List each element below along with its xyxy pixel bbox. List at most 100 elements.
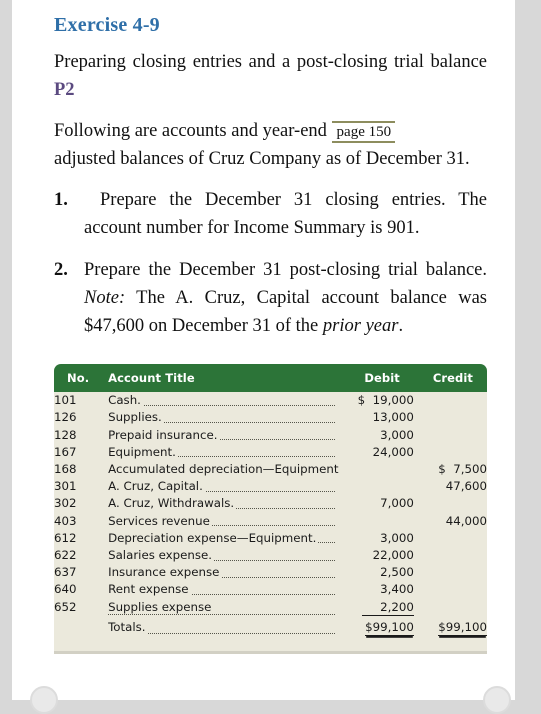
requirement-2-note-label: Note: [84, 288, 126, 309]
table-row: 640 Rent expense 3,400 [54, 581, 487, 598]
table-row: 128 Prepaid insurance. 3,000 [54, 426, 487, 443]
row-debit-value: 2,500 [380, 565, 414, 580]
requirement-1-text: Prepare the December 31 closing entries.… [84, 190, 487, 239]
table-row: 302 A. Cruz, Withdrawals. 7,000 [54, 495, 487, 512]
requirement-2-text-part2: The A. Cruz, Capital account balance was… [84, 288, 487, 337]
page-reference-marker: page 150 [331, 120, 396, 144]
intro-text-after: adjusted balances of Cruz Company as of … [54, 148, 470, 169]
totals-credit: $99,100 [414, 618, 487, 637]
row-debit [341, 478, 414, 495]
trial-balance-table-container: No. Account Title Debit Credit 101 Cash. $… [54, 363, 487, 652]
row-debit-value: 3,400 [380, 582, 414, 597]
row-debit [341, 460, 414, 477]
row-credit-value: 47,600 [445, 479, 487, 494]
row-account-title-label: A. Cruz, Withdrawals. [108, 496, 237, 511]
requirement-1-number: 1. [54, 190, 68, 211]
row-debit-value: 2,200 [380, 599, 414, 614]
row-credit [414, 598, 487, 618]
table-row: 612 Depreciation expense—Equipment. 3,000 [54, 529, 487, 546]
row-account-number: 612 [54, 530, 77, 545]
row-debit: 3,000 [341, 426, 414, 443]
row-debit-value: 7,000 [380, 496, 414, 511]
exercise-subtitle-text: Preparing closing entries and a post-clo… [54, 52, 487, 72]
table-totals-row: Totals. $99,100 $99,100 [54, 618, 487, 637]
row-credit [414, 392, 487, 409]
page-corner-arc-right [483, 686, 511, 714]
row-account-title-label: Services revenue [108, 513, 212, 528]
column-header-no: No. [54, 363, 109, 392]
row-credit: $ 7,500 [414, 460, 487, 477]
row-credit-value: $ 7,500 [438, 462, 487, 477]
row-account-number: 403 [54, 513, 77, 528]
exercise-subtitle: Preparing closing entries and a post-clo… [54, 48, 487, 105]
row-debit [341, 512, 414, 529]
row-account-title-label: Cash. [108, 393, 143, 408]
row-account-number: 168 [54, 462, 77, 477]
row-account-title-label: Supplies. [108, 410, 164, 425]
requirement-2-number: 2. [54, 259, 68, 280]
row-account-title-label: Rent expense [108, 582, 191, 597]
row-debit: 2,500 [341, 564, 414, 581]
totals-debit-value: $99,100 [365, 619, 414, 636]
learning-objective-code: P2 [54, 80, 75, 101]
row-account-title: Services revenue [108, 512, 340, 529]
row-debit-value: 22,000 [372, 547, 414, 562]
row-debit-value: 13,000 [372, 410, 414, 425]
row-account-title: Supplies. [108, 409, 340, 426]
column-header-credit: Credit [413, 363, 487, 392]
row-account-title-label: Salaries expense. [108, 547, 215, 562]
leader-dots [108, 614, 335, 616]
row-account-title: Rent expense [108, 581, 340, 598]
table-row: 637 Insurance expense 2,500 [54, 564, 487, 581]
row-debit: 24,000 [341, 443, 414, 460]
row-debit-value: 3,000 [380, 530, 414, 545]
row-credit-value: 44,000 [445, 513, 487, 528]
row-account-title-label: Insurance expense [108, 565, 222, 580]
row-credit [414, 564, 487, 581]
row-debit: 3,400 [341, 581, 414, 598]
row-account-number: 128 [54, 427, 77, 442]
row-credit [414, 529, 487, 546]
row-account-number: 101 [54, 393, 77, 408]
row-account-number: 126 [54, 410, 77, 425]
row-account-number: 622 [54, 547, 77, 562]
requirement-2-italic-tail: prior year [322, 316, 399, 337]
row-account-title: A. Cruz, Withdrawals. [108, 495, 340, 512]
row-account-number: 637 [54, 565, 77, 580]
table-row: 652 Supplies expense 2,200 [54, 598, 487, 618]
row-credit [414, 409, 487, 426]
page-title: Exercise 4-9 [54, 14, 160, 36]
row-account-number: 167 [54, 444, 77, 459]
table-row: 622 Salaries expense. 22,000 [54, 546, 487, 563]
row-account-title: Insurance expense [108, 564, 340, 581]
row-account-title: A. Cruz, Capital. [108, 478, 340, 495]
row-account-title: Salaries expense. [108, 546, 340, 563]
table-header-row: No. Account Title Debit Credit [54, 363, 487, 392]
table-header: No. Account Title Debit Credit [54, 363, 487, 392]
trial-balance-table: No. Account Title Debit Credit 101 Cash. $… [54, 363, 487, 644]
page-content: Exercise 4-9 Preparing closing entries a… [54, 0, 487, 652]
row-account-number: 640 [54, 582, 77, 597]
table-row: 301 A. Cruz, Capital. 47,600 [54, 478, 487, 495]
row-account-number: 301 [54, 479, 77, 494]
column-header-debit: Debit [340, 363, 414, 392]
row-account-title-label: A. Cruz, Capital. [108, 479, 205, 494]
row-debit-value: 24,000 [372, 444, 414, 459]
totals-credit-value: $99,100 [438, 619, 487, 636]
page-sheet: Exercise 4-9 Preparing closing entries a… [12, 0, 515, 700]
row-debit-value: 3,000 [380, 427, 414, 442]
row-account-title: Equipment. [108, 443, 340, 460]
row-credit [414, 443, 487, 460]
table-row: 403 Services revenue 44,000 [54, 512, 487, 529]
table-bottom-spacer [54, 637, 487, 643]
row-account-number: 652 [54, 599, 77, 614]
column-header-account-title: Account Title [108, 363, 341, 392]
row-account-title: Supplies expense [108, 598, 340, 618]
row-credit: 47,600 [414, 478, 487, 495]
subtotal-rule [361, 614, 414, 616]
table-row: 101 Cash. $ 19,000 [54, 392, 487, 409]
row-account-title-label: Prepaid insurance. [108, 427, 220, 442]
row-credit: 44,000 [414, 512, 487, 529]
row-credit [414, 546, 487, 563]
totals-label: Totals. [108, 619, 148, 634]
